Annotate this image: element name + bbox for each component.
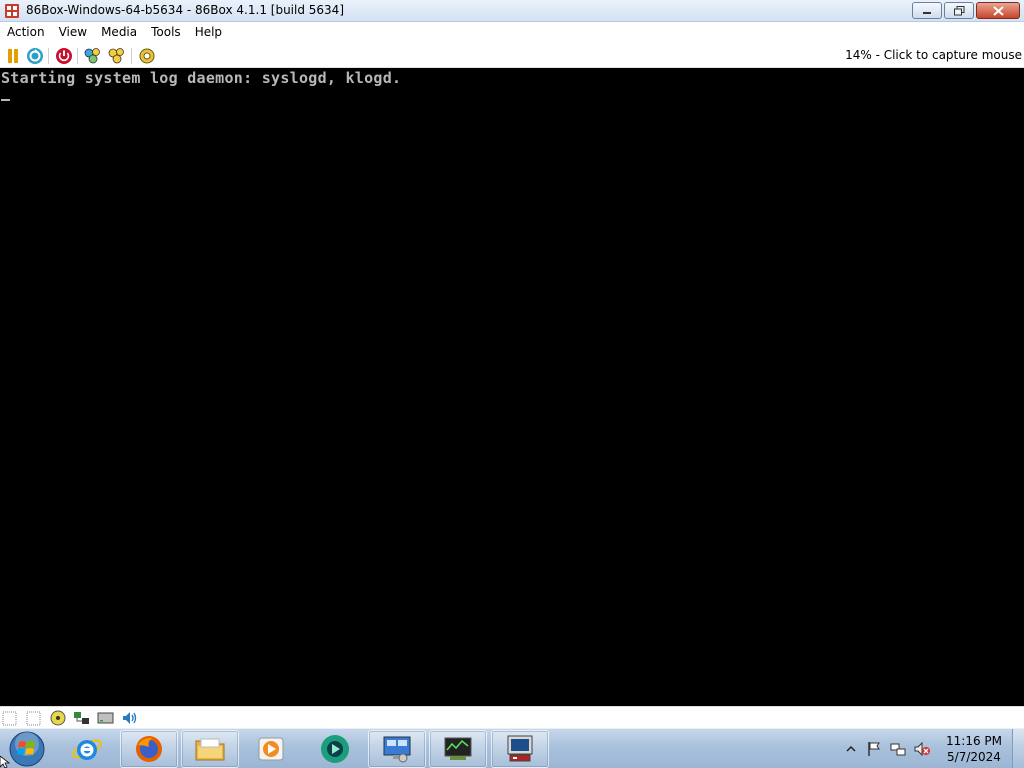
status-bar — [0, 706, 1024, 728]
floppy-2-icon — [26, 711, 41, 725]
minimize-button[interactable] — [912, 2, 942, 19]
floppy-drive-2-status[interactable] — [25, 710, 42, 726]
close-button[interactable] — [976, 2, 1020, 19]
app-sphere-icon — [321, 735, 349, 763]
taskbar-firefox[interactable] — [120, 730, 178, 768]
show-hidden-icons-button[interactable] — [843, 741, 859, 757]
volume-button[interactable] — [914, 741, 930, 757]
network-monitor-icon — [444, 737, 472, 760]
reset-icon — [27, 48, 43, 64]
toolbar-separator — [48, 48, 49, 64]
menu-action[interactable]: Action — [0, 22, 52, 43]
console-line: Starting system log daemon: syslogd, klo… — [1, 69, 402, 87]
start-button[interactable] — [4, 730, 50, 768]
desktop: 86Box-Windows-64-b5634 - 86Box 4.1.1 [bu… — [0, 0, 1024, 768]
menu-media[interactable]: Media — [94, 22, 144, 43]
window-title-bar[interactable]: 86Box-Windows-64-b5634 - 86Box 4.1.1 [bu… — [0, 0, 1024, 22]
taskbar-media-player[interactable] — [242, 730, 300, 768]
sound-status[interactable] — [121, 710, 138, 726]
ctrl-alt-esc-button[interactable] — [108, 47, 126, 65]
action-center-flag-icon — [868, 742, 880, 756]
emulator-screen[interactable]: Starting system log daemon: syslogd, klo… — [0, 68, 1024, 706]
firefox-icon — [136, 736, 162, 762]
ctrl-alt-del-icon — [84, 48, 100, 64]
pause-button[interactable] — [4, 47, 22, 65]
show-desktop-button[interactable] — [1012, 729, 1024, 768]
sound-icon — [123, 712, 137, 724]
file-explorer-icon — [195, 738, 225, 761]
clock-time[interactable]: 11:16 PM — [946, 734, 1002, 748]
settings-icon — [139, 48, 155, 64]
taskbar: 11:16 PM 5/7/2024 — [0, 728, 1024, 768]
floppy-1-icon — [2, 711, 17, 725]
taskbar-file-explorer[interactable] — [181, 730, 239, 768]
action-center-button[interactable] — [866, 741, 882, 757]
media-player-icon — [258, 737, 284, 761]
toolbar: 14% - Click to capture mouse — [0, 43, 1024, 68]
taskbar-86box[interactable] — [491, 730, 549, 768]
window-title: 86Box-Windows-64-b5634 - 86Box 4.1.1 [bu… — [26, 3, 344, 17]
cdrom-icon — [50, 710, 65, 726]
mouse-capture-status[interactable]: 14% - Click to capture mouse — [845, 48, 1022, 62]
network-tray-button[interactable] — [890, 741, 906, 757]
restore-icon — [953, 5, 964, 15]
taskbar-sphere-app[interactable] — [306, 730, 364, 768]
taskbar-network-monitor[interactable] — [429, 730, 487, 768]
toolbar-separator — [131, 48, 132, 64]
clock-date[interactable]: 5/7/2024 — [946, 750, 1002, 764]
cdrom-drive-status[interactable] — [49, 710, 66, 726]
network-tray-icon — [890, 743, 906, 756]
power-icon — [56, 48, 72, 64]
pause-icon — [8, 49, 18, 63]
network-icon — [74, 712, 89, 724]
power-button[interactable] — [55, 47, 73, 65]
menu-bar: Action View Media Tools Help — [0, 22, 1024, 43]
window-controls — [912, 2, 1020, 20]
toolbar-separator — [77, 48, 78, 64]
floppy-drive-1-status[interactable] — [1, 710, 18, 726]
86box-taskbar-icon — [507, 735, 533, 762]
menu-tools[interactable]: Tools — [144, 22, 188, 43]
internet-explorer-icon — [72, 739, 102, 760]
windows-start-orb-icon — [9, 731, 45, 767]
ctrl-alt-esc-icon — [108, 48, 124, 64]
close-icon — [992, 5, 1004, 16]
console-cursor — [1, 99, 10, 101]
taskbar-internet-explorer[interactable] — [58, 730, 116, 768]
hard-disk-status[interactable] — [97, 710, 114, 726]
mouse-pointer-icon — [0, 756, 10, 768]
network-status[interactable] — [73, 710, 90, 726]
hard-disk-icon — [97, 712, 114, 724]
hard-reset-button[interactable] — [26, 47, 44, 65]
remote-desktop-icon — [383, 736, 411, 763]
menu-help[interactable]: Help — [188, 22, 229, 43]
86box-app-icon — [5, 4, 19, 18]
taskbar-remote-desktop[interactable] — [368, 730, 426, 768]
restore-button[interactable] — [944, 2, 974, 19]
ctrl-alt-del-button[interactable] — [84, 47, 102, 65]
settings-button[interactable] — [138, 47, 156, 65]
show-hidden-icons-arrow — [846, 745, 856, 752]
volume-muted-icon — [914, 741, 930, 757]
menu-view[interactable]: View — [52, 22, 94, 43]
minimize-icon — [923, 11, 931, 14]
